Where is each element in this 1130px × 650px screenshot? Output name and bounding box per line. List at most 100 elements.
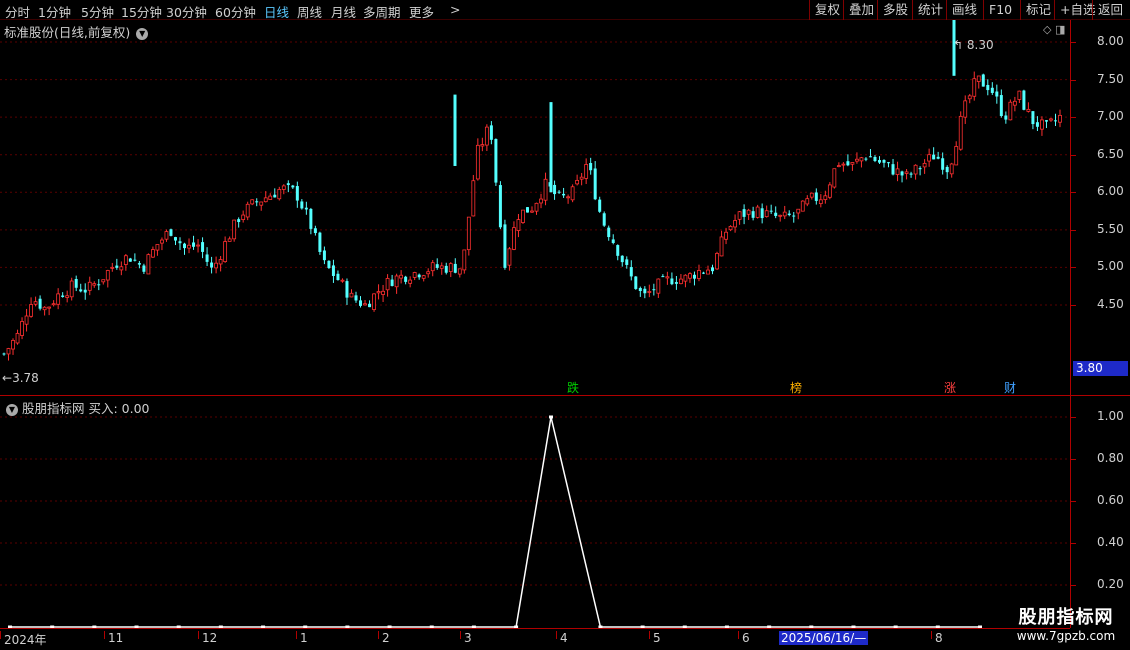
candle-body <box>1049 118 1053 121</box>
candle <box>818 194 823 208</box>
toolbar-button-1[interactable]: 叠加 <box>843 0 877 20</box>
chevron-right-icon[interactable]: > <box>450 2 460 17</box>
candle-body <box>471 180 476 217</box>
candle <box>65 290 70 303</box>
candle-body <box>322 250 326 261</box>
candle <box>643 286 647 299</box>
timeframe-tab-10[interactable]: 更多 <box>409 2 434 21</box>
event-marker[interactable]: 财 <box>1003 381 1017 395</box>
candle-body <box>593 168 597 200</box>
toolbar-button-0[interactable]: 复权 <box>809 0 843 20</box>
candle-body <box>800 200 805 212</box>
candle <box>836 162 841 168</box>
candle-body <box>196 244 200 247</box>
candle <box>448 262 453 278</box>
candle <box>1058 109 1062 128</box>
candle-body <box>61 295 65 297</box>
candle <box>1044 119 1048 129</box>
candle <box>976 75 981 89</box>
candle <box>439 262 444 275</box>
candle-body <box>584 164 589 179</box>
toolbar-button-3[interactable]: 统计 <box>912 0 946 20</box>
toolbar-button-5[interactable]: F10 <box>983 0 1020 20</box>
date-tick-label: 1 <box>296 631 308 645</box>
candle <box>399 270 404 284</box>
candle-body <box>503 224 507 268</box>
candle <box>589 157 593 175</box>
candle-body <box>1053 120 1057 122</box>
indicator-tick-label: 0.60 <box>1097 493 1124 507</box>
toolbar-button-4[interactable]: 画线 <box>946 0 983 20</box>
candle <box>1053 113 1057 126</box>
timeframe-tab-4[interactable]: 30分钟 <box>166 2 207 21</box>
candle-body <box>232 219 237 240</box>
price-tick-mark <box>1071 267 1076 269</box>
indicator-tick-mark <box>1071 417 1076 418</box>
candle-body <box>304 207 308 210</box>
watermark-title: 股朋指标网 <box>1018 607 1114 628</box>
toolbar-button-2[interactable]: 多股 <box>877 0 912 20</box>
candle <box>656 278 661 298</box>
timeframe-tab-3[interactable]: 15分钟 <box>121 2 162 21</box>
watermark-url: www.7gpzb.com <box>1016 629 1116 643</box>
candle <box>331 259 335 283</box>
candle-body <box>1040 119 1044 130</box>
candle <box>385 274 390 297</box>
candle <box>304 201 308 215</box>
candle <box>922 159 927 174</box>
candle <box>661 274 665 278</box>
candle <box>471 174 476 217</box>
candle <box>557 189 561 195</box>
candle <box>796 208 801 220</box>
candle-body <box>241 214 246 220</box>
event-marker[interactable]: 涨 <box>943 381 957 395</box>
candle <box>394 273 399 294</box>
timeframe-tab-5[interactable]: 60分钟 <box>215 2 256 21</box>
candle-body <box>855 158 859 162</box>
candle-body <box>656 278 661 294</box>
candle-body <box>909 173 913 175</box>
candle-body <box>877 160 881 163</box>
candle-body <box>932 154 936 160</box>
candle <box>435 258 439 270</box>
candle <box>2 352 6 356</box>
indicator-chart[interactable] <box>0 396 1070 628</box>
candle-body <box>796 208 801 214</box>
candle-body <box>164 231 169 240</box>
candle-body <box>368 303 372 308</box>
timeframe-tab-2[interactable]: 5分钟 <box>81 2 114 21</box>
candle <box>363 300 367 306</box>
candle-body <box>146 254 151 275</box>
event-marker[interactable]: 榜 <box>789 381 803 395</box>
event-marker[interactable]: 跌 <box>566 381 580 395</box>
timeframe-tab-6[interactable]: 日线 <box>264 2 289 21</box>
price-chart[interactable] <box>0 20 1070 396</box>
candle <box>782 205 787 220</box>
candle <box>620 255 624 267</box>
timeframe-tab-8[interactable]: 月线 <box>331 2 356 21</box>
candle <box>846 154 850 167</box>
candle-body <box>408 279 413 284</box>
candle-body <box>647 291 652 293</box>
candle-body <box>543 178 548 201</box>
candle <box>255 198 259 207</box>
timeframe-tab-0[interactable]: 分时 <box>5 2 30 21</box>
toolbar-button-8[interactable]: 返回 <box>1092 0 1130 20</box>
toolbar-button-6[interactable]: 标记 <box>1020 0 1054 20</box>
candle-body <box>570 186 575 201</box>
candle <box>466 216 471 256</box>
candle <box>882 159 886 168</box>
price-tick-label: 6.50 <box>1097 146 1124 161</box>
candle <box>995 84 999 104</box>
timeframe-tab-9[interactable]: 多周期 <box>363 2 401 21</box>
timeframe-tab-7[interactable]: 周线 <box>297 2 322 21</box>
watermark: 股朋指标网 www.7gpzb.com <box>1004 603 1128 643</box>
candle-body <box>214 262 219 269</box>
candle-body <box>787 213 791 216</box>
toolbar-button-7[interactable]: +自选 <box>1054 0 1095 20</box>
candle-body <box>611 239 615 244</box>
candle <box>453 258 457 274</box>
timeframe-tab-1[interactable]: 1分钟 <box>38 2 71 21</box>
candle-body <box>137 263 141 265</box>
candle <box>755 204 760 219</box>
